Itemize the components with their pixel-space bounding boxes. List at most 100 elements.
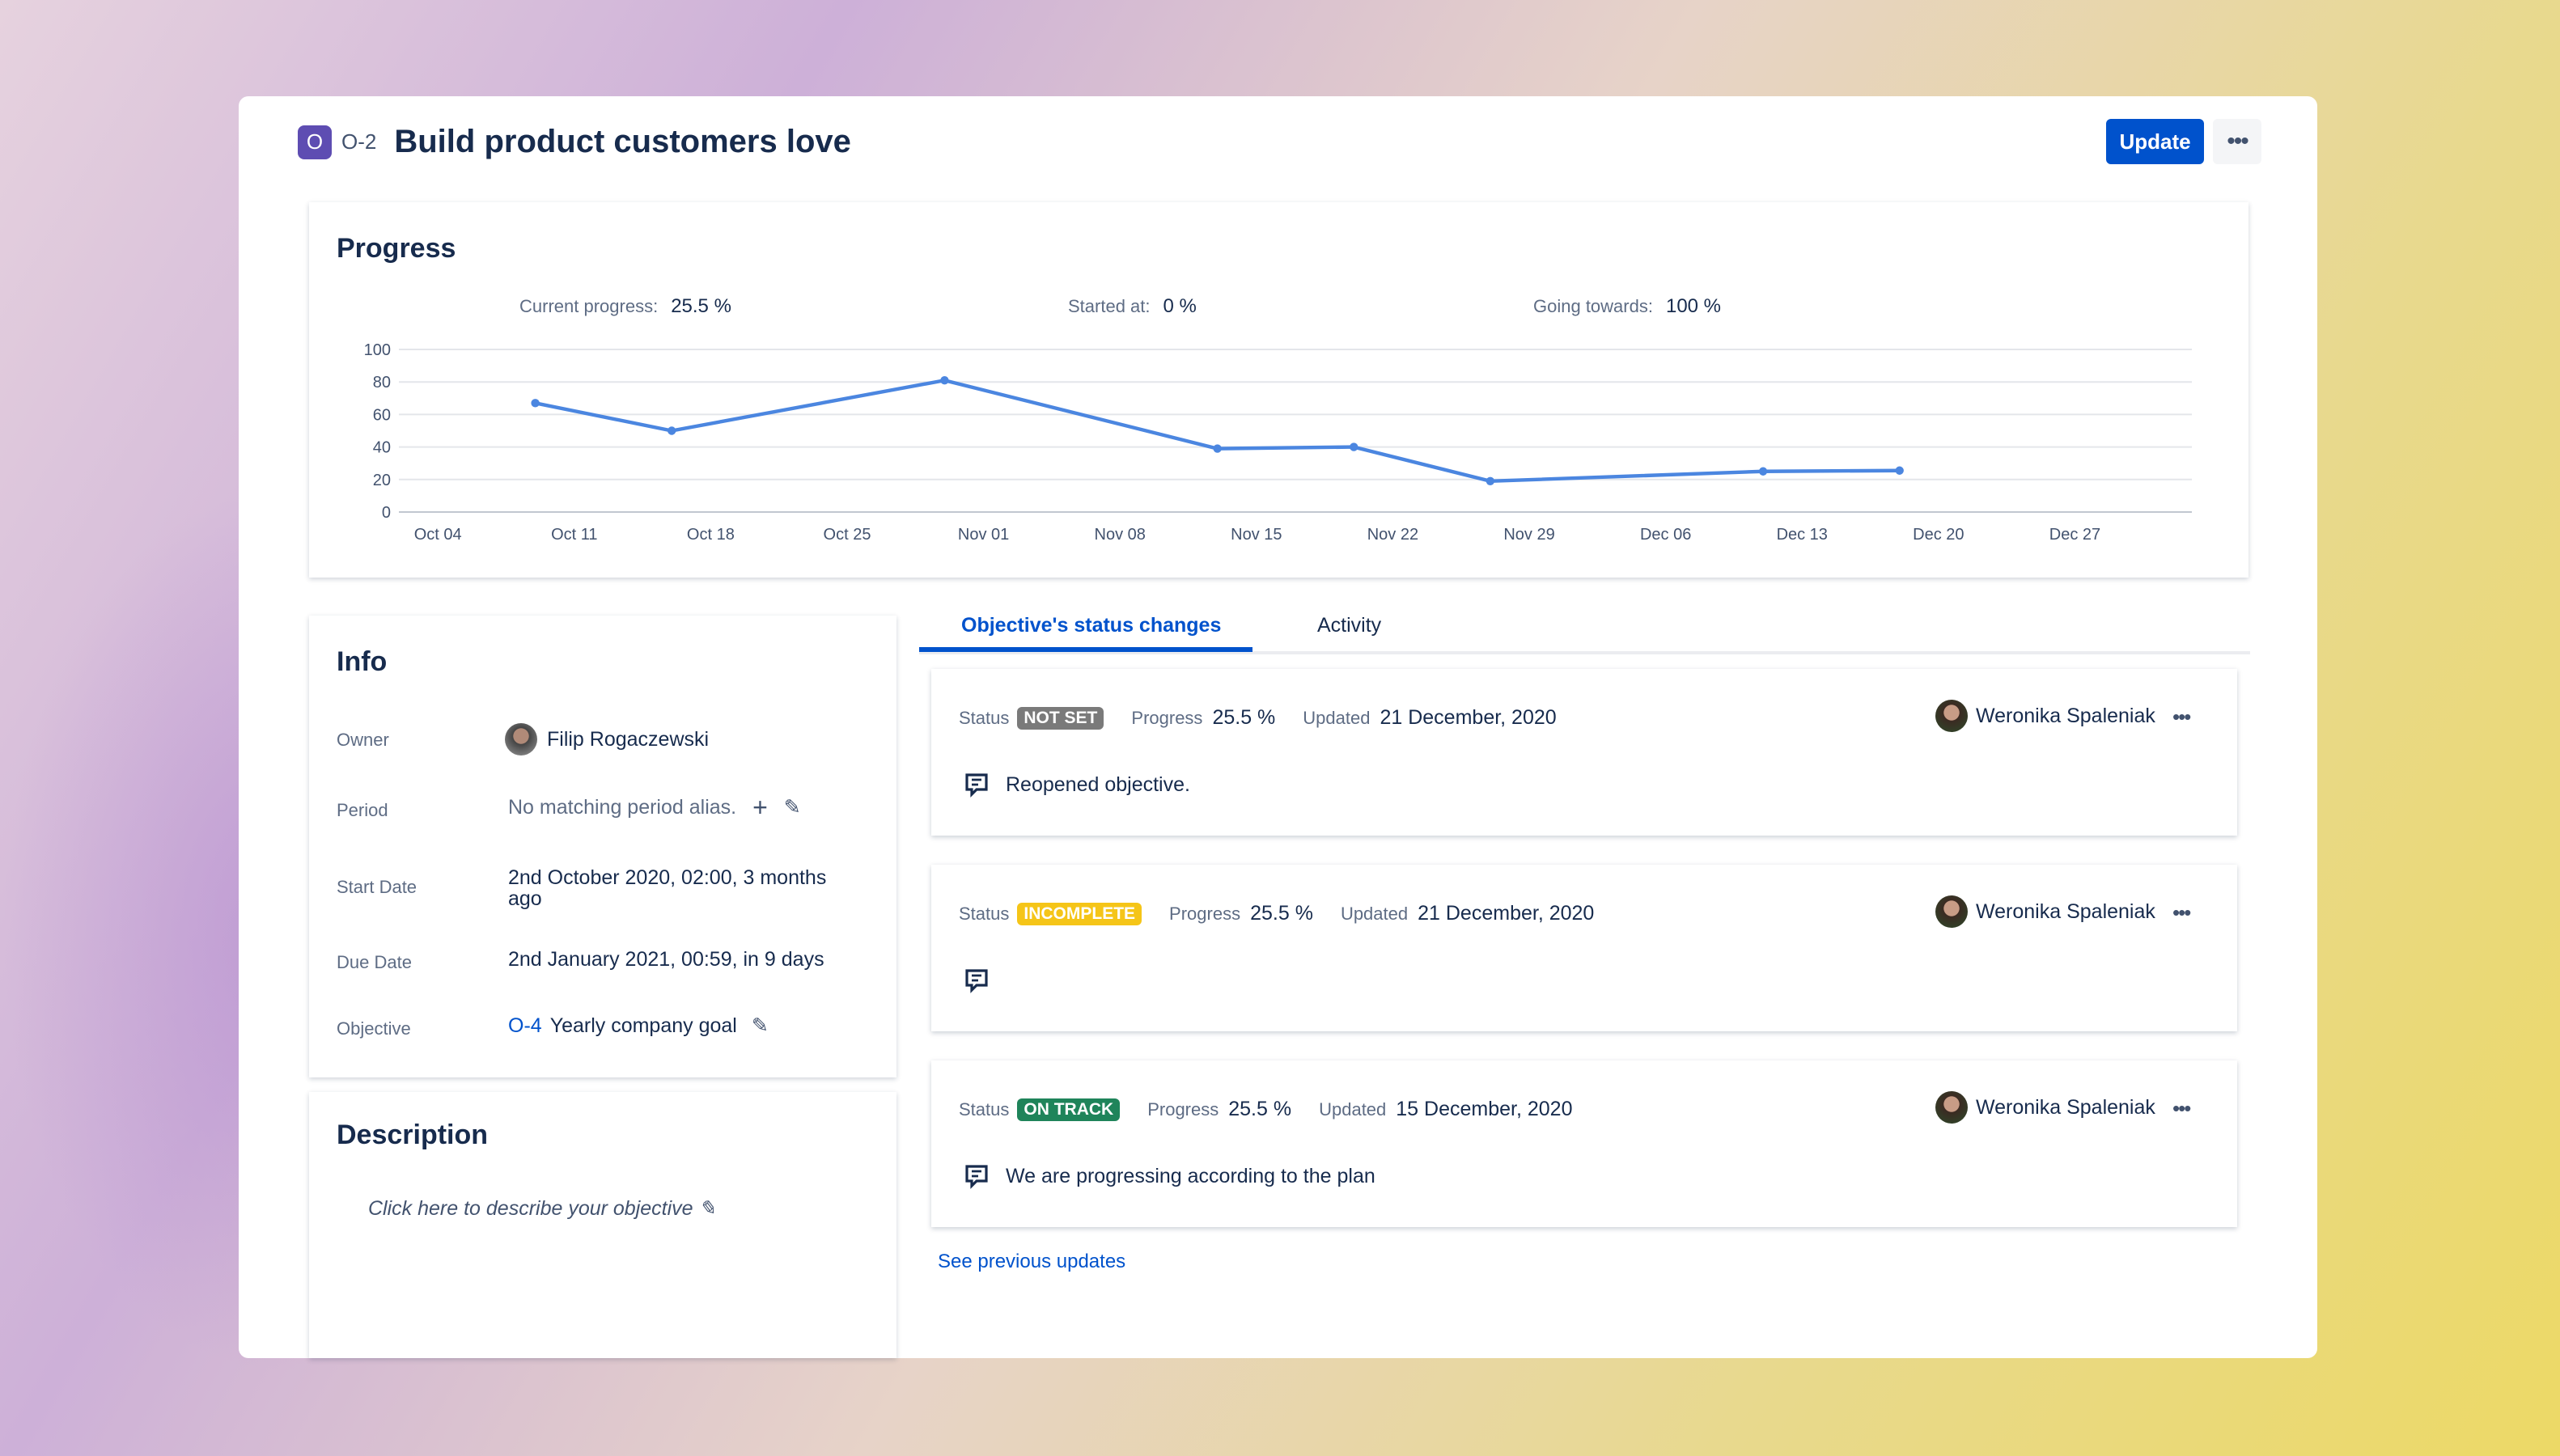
- update-more-button[interactable]: •••: [2172, 1096, 2191, 1121]
- tab-bar: Objective's status changes Activity: [919, 603, 2250, 654]
- updated-value: 21 December, 2020: [1380, 706, 1557, 729]
- owner-avatar: [505, 723, 537, 756]
- progress-chart: 0 20 40 60 80 100 Oct 04 Oct 11 Oct 18 Oct 25 Nov …: [364, 341, 2192, 544]
- see-previous-updates-link[interactable]: See previous updates: [938, 1251, 1125, 1273]
- x-tick-label: Dec 20: [1913, 526, 1964, 544]
- update-more-button[interactable]: •••: [2172, 705, 2191, 730]
- status-update-card: Status NOT SET Progress 25.5 % Updated 2…: [931, 669, 2237, 836]
- comment-text: We are progressing according to the plan: [1006, 1164, 1375, 1187]
- updated-label: Updated: [1340, 903, 1409, 924]
- x-tick-label: Nov 01: [958, 526, 1009, 544]
- more-actions-button[interactable]: •••: [2213, 119, 2261, 164]
- parent-objective-link[interactable]: O-4: [508, 1015, 542, 1036]
- comment-icon: [965, 773, 988, 798]
- update-comment: Reopened objective.: [964, 772, 1190, 798]
- owner-label: Owner: [337, 730, 389, 750]
- y-tick-label: 60: [373, 406, 391, 424]
- x-tick-label: Oct 04: [414, 526, 462, 544]
- updated-label: Updated: [1303, 707, 1371, 728]
- description-title: Description: [337, 1120, 489, 1150]
- y-tick-label: 100: [364, 341, 391, 359]
- status-label: Status: [959, 707, 1010, 728]
- header: O O-2 Build product customers love: [298, 124, 851, 160]
- data-point: [940, 375, 949, 385]
- progress-label: Progress: [1169, 903, 1241, 924]
- period-value: No matching period alias.: [508, 796, 737, 819]
- data-point: [1213, 444, 1222, 453]
- progress-label: Progress: [1131, 707, 1203, 728]
- author-avatar: [1935, 895, 1968, 928]
- edit-objective-icon[interactable]: ✎: [752, 1015, 769, 1036]
- progress-card: Progress Current progress: 25.5 % Started…: [309, 202, 2248, 578]
- add-period-icon[interactable]: +: [752, 794, 768, 820]
- edit-period-icon[interactable]: ✎: [784, 797, 801, 818]
- tab-activity[interactable]: Activity: [1317, 614, 1381, 637]
- status-update-card: Status INCOMPLETE Progress 25.5 % Update…: [931, 865, 2237, 1031]
- status-label: Status: [959, 1098, 1010, 1120]
- progress-value: 25.5 %: [1228, 1098, 1292, 1120]
- data-point: [1486, 476, 1495, 486]
- objective-key[interactable]: O-2: [341, 129, 376, 154]
- update-more-button[interactable]: •••: [2172, 900, 2191, 925]
- data-point: [1350, 442, 1358, 451]
- updated-label: Updated: [1319, 1098, 1387, 1120]
- y-tick-label: 80: [373, 374, 391, 392]
- update-author[interactable]: Weronika Spaleniak: [1935, 1091, 2155, 1124]
- tab-status-changes[interactable]: Objective's status changes: [961, 614, 1221, 637]
- due-date-label: Due Date: [337, 952, 412, 972]
- updated-value: 21 December, 2020: [1418, 902, 1595, 925]
- x-tick-label: Dec 13: [1777, 526, 1828, 544]
- status-badge: NOT SET: [1017, 706, 1104, 730]
- objective-window: O O-2 Build product customers love Updat…: [239, 96, 2317, 1358]
- x-tick-label: Nov 22: [1367, 526, 1418, 544]
- y-tick-label: 0: [382, 504, 391, 522]
- description-placeholder: Click here to describe your objective: [368, 1197, 693, 1220]
- y-tick-label: 40: [373, 439, 391, 457]
- x-tick-label: Dec 06: [1640, 526, 1691, 544]
- progress-line: [535, 378, 1900, 484]
- edit-description-icon: ✎: [698, 1197, 716, 1220]
- progress-label: Progress: [1147, 1098, 1219, 1120]
- active-tab-indicator: [919, 647, 1252, 652]
- update-comment: [964, 967, 1006, 993]
- stage: O O-2 Build product customers love Updat…: [0, 0, 2560, 1456]
- status-badge: ON TRACK: [1017, 1098, 1121, 1121]
- update-button[interactable]: Update: [2106, 119, 2204, 164]
- data-point: [1758, 467, 1768, 476]
- x-tick-label: Oct 11: [551, 526, 597, 544]
- comment-icon: [965, 1165, 988, 1189]
- description-editor[interactable]: Click here to describe your objective ✎: [368, 1196, 715, 1221]
- x-tick-label: Oct 18: [687, 526, 735, 544]
- x-tick-label: Oct 25: [824, 526, 871, 544]
- status-update-card: Status ON TRACK Progress 25.5 % Updated …: [931, 1060, 2237, 1227]
- description-card: Description Click here to describe your …: [309, 1092, 896, 1358]
- owner-name: Filip Rogaczewski: [547, 728, 710, 751]
- x-tick-label: Nov 08: [1095, 526, 1146, 544]
- objective-type-icon: O: [298, 125, 332, 159]
- updated-value: 15 December, 2020: [1396, 1098, 1573, 1120]
- data-point: [668, 426, 676, 435]
- update-comment: We are progressing according to the plan: [964, 1163, 1375, 1189]
- comment-icon: [965, 969, 988, 993]
- start-date-value: 2nd October 2020, 02:00, 3 months ago: [508, 866, 827, 910]
- x-tick-label: Nov 15: [1231, 526, 1282, 544]
- objective-label: Objective: [337, 1018, 411, 1039]
- y-tick-label: 20: [373, 472, 391, 489]
- page-title: Build product customers love: [394, 124, 851, 159]
- author-avatar: [1935, 1091, 1968, 1124]
- parent-objective-name: Yearly company goal: [549, 1014, 737, 1037]
- data-point: [531, 399, 540, 408]
- comment-text: Reopened objective.: [1006, 772, 1190, 796]
- status-row: Status ON TRACK Progress 25.5 % Updated …: [959, 1098, 1600, 1121]
- data-point: [1895, 466, 1904, 475]
- status-badge: INCOMPLETE: [1017, 902, 1142, 925]
- owner-value[interactable]: Filip Rogaczewski: [505, 723, 856, 756]
- progress-value: 25.5 %: [1250, 902, 1313, 925]
- status-row: Status NOT SET Progress 25.5 % Updated 2…: [959, 706, 1584, 730]
- author-name: Weronika Spaleniak: [1976, 1095, 2155, 1119]
- progress-value: 25.5 %: [1212, 706, 1276, 729]
- info-card: Info Owner Filip Rogaczewski Period No m…: [309, 616, 896, 1077]
- author-name: Weronika Spaleniak: [1976, 704, 2155, 727]
- update-author[interactable]: Weronika Spaleniak: [1935, 895, 2155, 928]
- update-author[interactable]: Weronika Spaleniak: [1935, 700, 2155, 732]
